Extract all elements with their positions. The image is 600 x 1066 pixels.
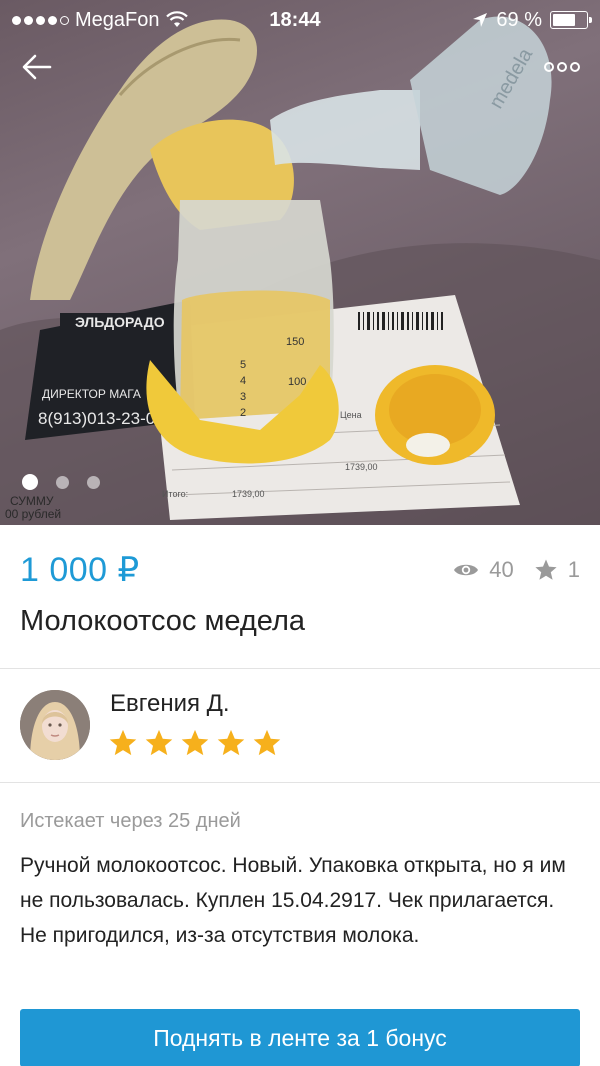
battery-percent: 69 % [496, 8, 542, 31]
rating-star-icon [217, 729, 245, 756]
wifi-icon [165, 11, 188, 27]
receipt-total: 1739,00 [232, 489, 265, 499]
listing-stats: 40 1 [453, 557, 580, 583]
seller-card[interactable]: Евгения Д. [20, 690, 580, 762]
bottle-mark-2: 2 [240, 407, 246, 419]
status-bar: MegaFon 18:44 69 % [0, 0, 600, 40]
rating-star-icon [181, 729, 209, 756]
signal-icon [12, 15, 69, 25]
divider [0, 782, 600, 783]
carrier-name: MegaFon [75, 8, 160, 31]
battery-icon [550, 11, 592, 29]
location-arrow-icon [473, 13, 488, 27]
bottle-mark-5: 5 [240, 359, 246, 371]
pagination-dot[interactable] [22, 474, 38, 490]
seller-rating [108, 728, 282, 758]
divider [0, 668, 600, 669]
store-director: ДИРЕКТОР МАГА [42, 387, 141, 401]
pagination-dot[interactable] [87, 475, 100, 489]
rating-star-icon [253, 729, 281, 756]
views-count: 40 [489, 557, 514, 582]
receipt-barcode [355, 310, 450, 332]
favorites-star-icon [535, 559, 557, 580]
status-time: 18:44 [269, 8, 321, 31]
rating-star-icon [145, 729, 173, 756]
bottle-mark-100: 100 [288, 376, 306, 388]
store-name: ЭЛЬДОРАДО [75, 314, 165, 330]
receipt-total-label: Итого: [162, 489, 188, 499]
receipt-amount: 1739,00 [345, 462, 378, 472]
more-options-icon[interactable] [544, 58, 580, 76]
pagination-dot[interactable] [56, 475, 69, 489]
favorites-count: 1 [567, 557, 580, 582]
rating-star-icon [109, 729, 137, 756]
bottle-mark-3: 3 [240, 391, 246, 403]
views-eye-icon [454, 564, 479, 576]
expiry-text: Истекает через 25 дней [20, 810, 241, 832]
seller-name[interactable]: Евгения Д. [110, 690, 230, 718]
photo-pagination[interactable] [22, 474, 100, 490]
receipt-col: Цена [340, 410, 362, 420]
bonus-text: СУММУ [10, 494, 54, 508]
listing-photo: Итого: 1739,00 Цена 1739,00 ЭЛЬДОРАДО ДИ… [0, 16, 600, 525]
battery-level [553, 14, 576, 26]
rubles-text: 00 рублей [5, 507, 61, 521]
listing-photo-gallery[interactable]: Итого: 1739,00 Цена 1739,00 ЭЛЬДОРАДО ДИ… [0, 0, 600, 525]
listing-title: Молокоотсос медела [20, 605, 306, 637]
bottle-mark-4: 4 [240, 375, 246, 387]
bottle-mark-150: 150 [286, 336, 304, 348]
listing-description: Ручной молокоотсос. Новый. Упаковка откр… [20, 854, 566, 947]
boost-listing-button[interactable]: Поднять в ленте за 1 бонус [20, 1009, 580, 1066]
store-phone: 8(913)013-23-0 [38, 409, 155, 428]
back-arrow-icon[interactable] [20, 50, 54, 84]
price-row: 1 000 ₽ 40 1 [20, 545, 580, 595]
listing-price: 1 000 ₽ [20, 551, 140, 589]
seller-avatar[interactable] [20, 690, 90, 760]
